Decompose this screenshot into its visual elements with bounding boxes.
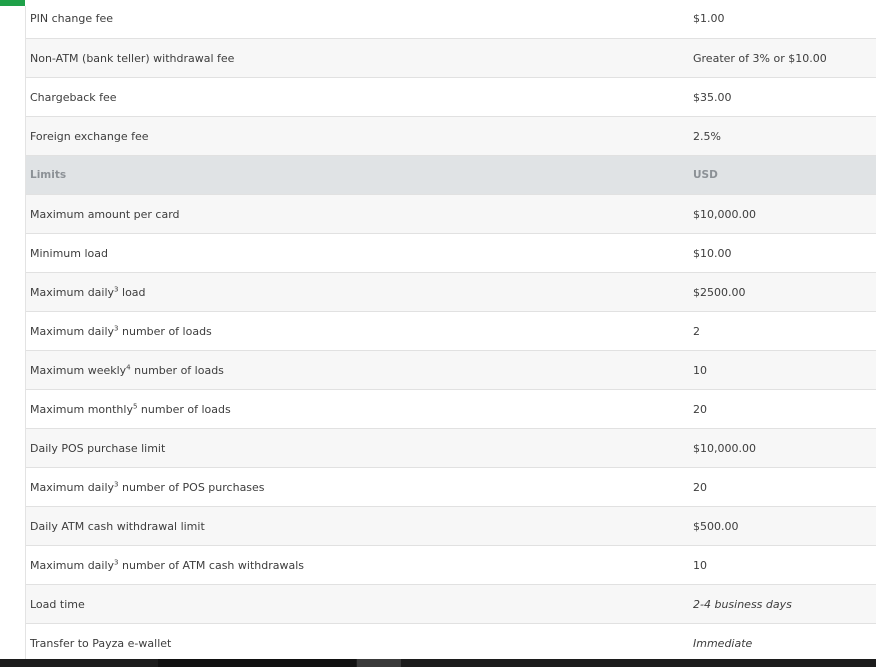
row-label: Daily ATM cash withdrawal limit xyxy=(25,506,688,546)
table-row: Chargeback fee $35.00 xyxy=(25,77,876,117)
fees-limits-table: PIN change fee $1.00 Non-ATM (bank telle… xyxy=(25,0,876,663)
row-value: $500.00 xyxy=(688,506,876,546)
taskbar-segment xyxy=(158,659,356,667)
row-label: Maximum daily3 load xyxy=(25,272,688,312)
table-row: Maximum daily3 number of ATM cash withdr… xyxy=(25,545,876,585)
row-label: Load time xyxy=(25,584,688,624)
table-row: Minimum load $10.00 xyxy=(25,233,876,273)
row-value: $35.00 xyxy=(688,77,876,117)
row-label: Chargeback fee xyxy=(25,77,688,117)
row-value: 2-4 business days xyxy=(688,584,876,624)
row-value: 10 xyxy=(688,350,876,390)
table-row: Maximum daily3 number of POS purchases 2… xyxy=(25,467,876,507)
row-label: Transfer to Payza e-wallet xyxy=(25,623,688,663)
row-label: Maximum daily3 number of ATM cash withdr… xyxy=(25,545,688,585)
row-value: $10,000.00 xyxy=(688,194,876,234)
row-value: 2 xyxy=(688,311,876,351)
row-label: Maximum amount per card xyxy=(25,194,688,234)
row-label: Maximum weekly4 number of loads xyxy=(25,350,688,390)
row-value: Immediate xyxy=(688,623,876,663)
row-label: Minimum load xyxy=(25,233,688,273)
table-row: Maximum weekly4 number of loads 10 xyxy=(25,350,876,390)
table-left-border xyxy=(25,6,26,659)
row-value: 10 xyxy=(688,545,876,585)
row-label: Foreign exchange fee xyxy=(25,116,688,156)
row-value: 2.5% xyxy=(688,116,876,156)
section-title: Limits xyxy=(25,155,688,195)
currency-label: USD xyxy=(688,155,876,195)
row-value: $1.00 xyxy=(688,0,876,39)
taskbar-segment xyxy=(357,659,401,667)
table-row: Maximum amount per card $10,000.00 xyxy=(25,194,876,234)
table-row: Maximum daily3 load $2500.00 xyxy=(25,272,876,312)
row-label: PIN change fee xyxy=(25,0,688,39)
bottom-taskbar xyxy=(0,659,876,667)
table-row: Daily POS purchase limit $10,000.00 xyxy=(25,428,876,468)
row-value: $10,000.00 xyxy=(688,428,876,468)
row-value: 20 xyxy=(688,389,876,429)
row-value: Greater of 3% or $10.00 xyxy=(688,38,876,78)
table-row: Daily ATM cash withdrawal limit $500.00 xyxy=(25,506,876,546)
table-row: Load time 2-4 business days xyxy=(25,584,876,624)
row-label: Non-ATM (bank teller) withdrawal fee xyxy=(25,38,688,78)
row-label: Maximum daily3 number of loads xyxy=(25,311,688,351)
row-value: $2500.00 xyxy=(688,272,876,312)
table-row: PIN change fee $1.00 xyxy=(25,0,876,39)
table-row: Foreign exchange fee 2.5% xyxy=(25,116,876,156)
table-row: Transfer to Payza e-wallet Immediate xyxy=(25,623,876,663)
table-row: Maximum monthly5 number of loads 20 xyxy=(25,389,876,429)
row-label: Maximum daily3 number of POS purchases xyxy=(25,467,688,507)
limits-section-header: Limits USD xyxy=(25,155,876,195)
row-value: $10.00 xyxy=(688,233,876,273)
row-value: 20 xyxy=(688,467,876,507)
table-row: Maximum daily3 number of loads 2 xyxy=(25,311,876,351)
table-row: Non-ATM (bank teller) withdrawal fee Gre… xyxy=(25,38,876,78)
row-label: Daily POS purchase limit xyxy=(25,428,688,468)
row-label: Maximum monthly5 number of loads xyxy=(25,389,688,429)
